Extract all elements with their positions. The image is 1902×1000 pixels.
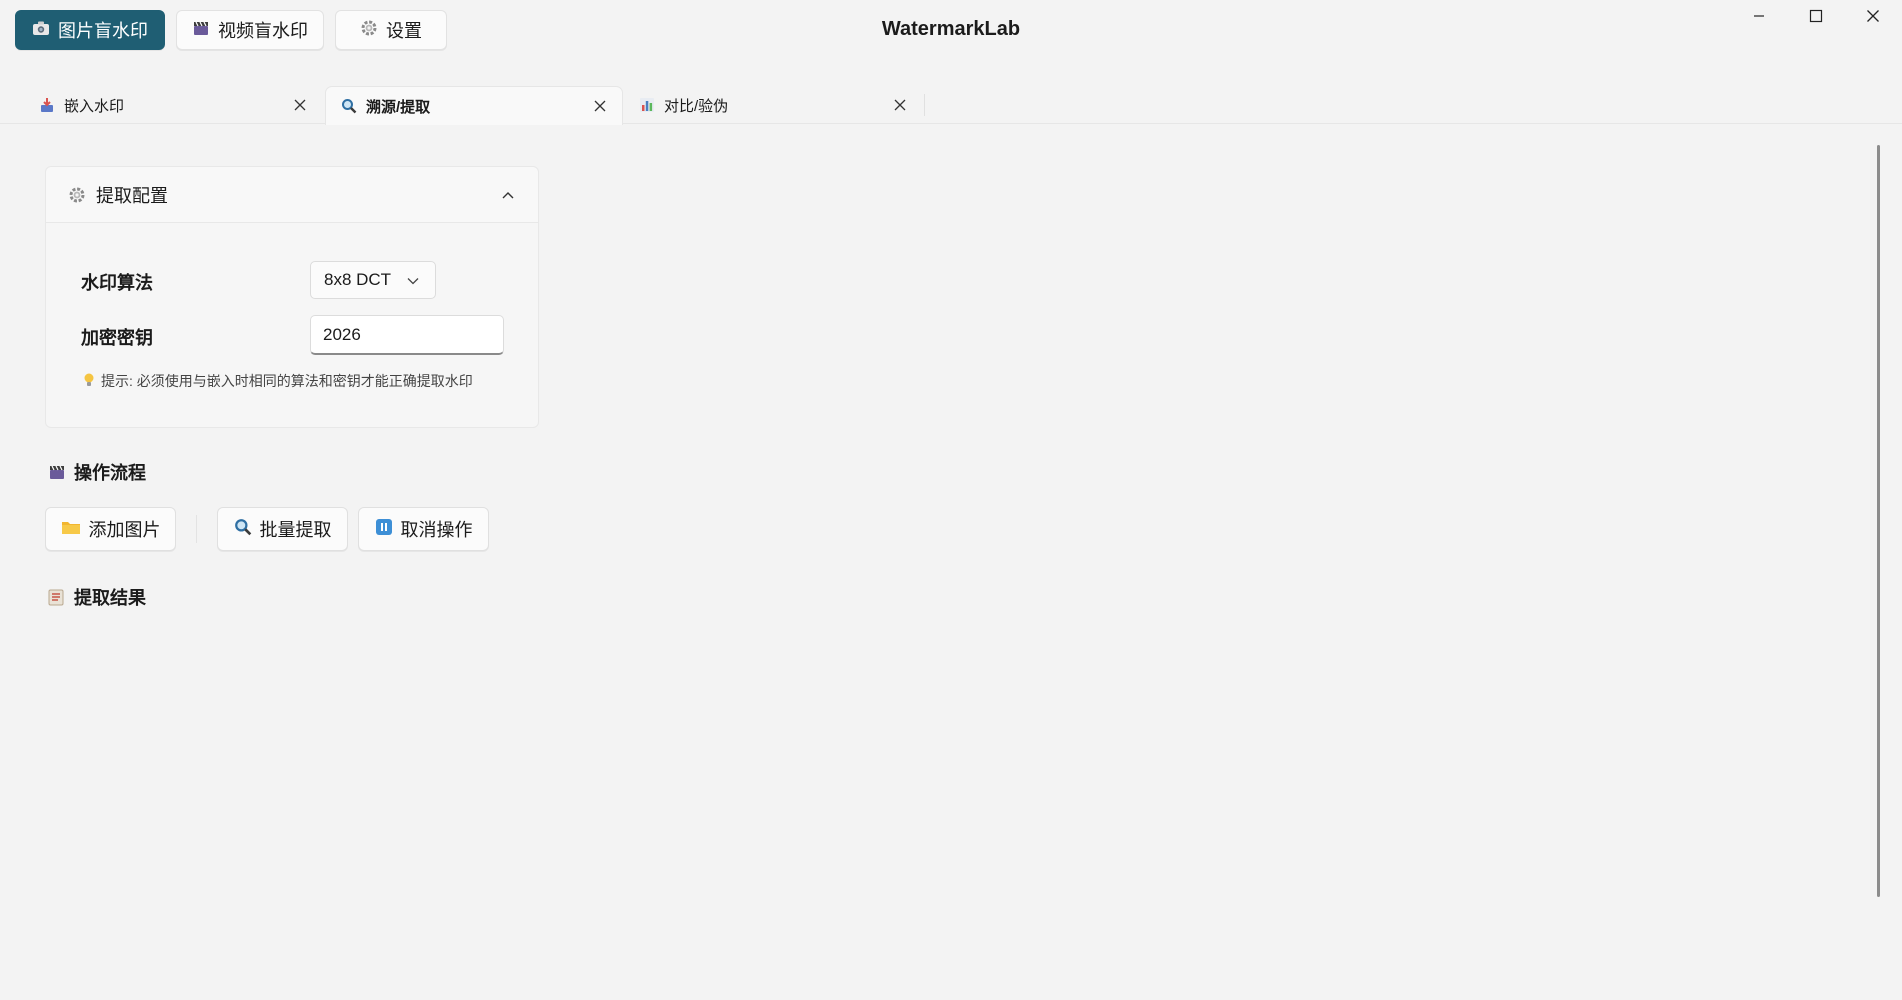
vertical-scrollbar[interactable]: [1877, 145, 1880, 897]
mode-video-watermark-label: 视频盲水印: [218, 21, 308, 41]
mode-image-watermark-button[interactable]: 图片盲水印: [15, 10, 165, 50]
add-image-button[interactable]: 添加图片: [45, 507, 176, 551]
cancel-operation-label: 取消操作: [400, 520, 473, 540]
tab-trace-extract[interactable]: 溯源/提取: [325, 86, 623, 125]
camera-icon: [32, 20, 50, 41]
mode-settings-label: 设置: [386, 21, 422, 41]
results-title: 提取结果: [74, 588, 146, 608]
maximize-button[interactable]: [1788, 2, 1844, 34]
tab-trace-extract-label: 溯源/提取: [366, 98, 431, 116]
clipboard-list-icon: [48, 588, 66, 606]
chevron-up-icon[interactable]: [498, 185, 518, 205]
chevron-down-icon: [407, 274, 421, 288]
bar-chart-icon: [638, 96, 656, 114]
extract-config-title: 提取配置: [96, 185, 168, 206]
close-icon: [1866, 9, 1880, 28]
key-input[interactable]: [310, 315, 504, 355]
cancel-operation-button[interactable]: 取消操作: [358, 507, 489, 551]
extract-config-header[interactable]: 提取配置: [46, 167, 538, 223]
lightbulb-icon: [83, 372, 95, 391]
algorithm-label: 水印算法: [81, 273, 153, 293]
extract-config-panel: 提取配置 水印算法 8x8 DCT 加密密钥 提示: 必须使用与嵌入时相同的算法…: [45, 166, 539, 428]
hint-text: 提示: 必须使用与嵌入时相同的算法和密钥才能正确提取水印: [83, 371, 473, 391]
tab-embed-watermark[interactable]: 嵌入水印: [24, 86, 322, 124]
magnifier-icon: [234, 518, 252, 541]
mode-settings-button[interactable]: 设置: [335, 10, 447, 50]
tab-compare-verify-label: 对比/验伪: [664, 97, 729, 115]
mode-image-watermark-label: 图片盲水印: [58, 21, 148, 41]
tab-close-icon[interactable]: [590, 96, 610, 116]
tab-bar: 嵌入水印 溯源/提取 对比/验伪: [0, 84, 1902, 125]
batch-extract-label: 批量提取: [259, 520, 332, 540]
pause-icon: [375, 518, 393, 541]
tab-compare-verify[interactable]: 对比/验伪: [624, 86, 922, 124]
add-image-label: 添加图片: [88, 520, 161, 540]
magnifier-icon: [340, 97, 358, 115]
tab-embed-watermark-label: 嵌入水印: [64, 97, 125, 115]
clapperboard-icon: [48, 463, 66, 481]
minimize-button[interactable]: [1731, 2, 1787, 34]
algorithm-select[interactable]: 8x8 DCT: [310, 261, 436, 299]
hint-label: 提示: 必须使用与嵌入时相同的算法和密钥才能正确提取水印: [101, 373, 473, 389]
gear-icon: [360, 19, 378, 42]
button-separator: [196, 515, 197, 543]
title-bar: 图片盲水印 视频盲水印 设置 WatermarkLab: [0, 0, 1902, 62]
tab-close-icon[interactable]: [290, 95, 310, 115]
close-window-button[interactable]: [1845, 2, 1901, 34]
tab-separator: [924, 94, 925, 116]
clapperboard-icon: [192, 19, 210, 42]
maximize-icon: [1809, 9, 1823, 28]
minimize-icon: [1753, 9, 1765, 27]
inbox-arrow-icon: [38, 96, 56, 114]
workflow-section-title: 操作流程: [48, 459, 146, 485]
folder-icon: [61, 519, 81, 540]
results-section-title: 提取结果: [48, 584, 146, 610]
mode-video-watermark-button[interactable]: 视频盲水印: [176, 10, 324, 50]
workflow-title: 操作流程: [74, 463, 146, 483]
batch-extract-button[interactable]: 批量提取: [217, 507, 348, 551]
algorithm-select-value: 8x8 DCT: [324, 270, 392, 289]
key-label: 加密密钥: [81, 328, 153, 348]
gear-icon: [68, 185, 88, 205]
main-content: 提取配置 水印算法 8x8 DCT 加密密钥 提示: 必须使用与嵌入时相同的算法…: [0, 125, 1902, 1000]
tab-close-icon[interactable]: [890, 95, 910, 115]
app-window: 图片盲水印 视频盲水印 设置 WatermarkLab 嵌入水印 溯源/提取 对…: [0, 0, 1902, 1000]
